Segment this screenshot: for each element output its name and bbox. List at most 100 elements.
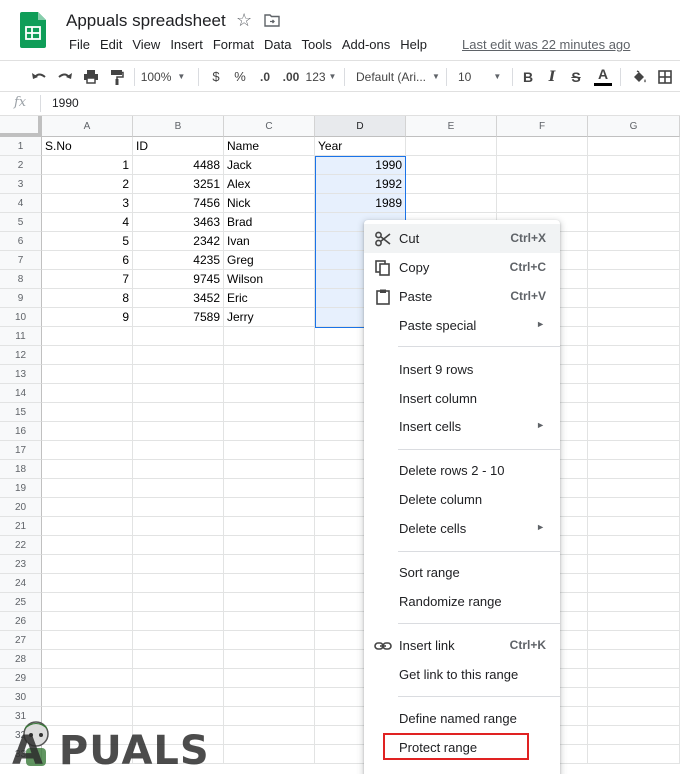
grid-cell[interactable] (133, 593, 224, 612)
grid-cell[interactable] (588, 365, 680, 384)
menu-item-cut[interactable]: Cut Ctrl+X (364, 224, 560, 253)
row-header[interactable]: 9 (0, 289, 42, 308)
row-header[interactable]: 28 (0, 650, 42, 669)
grid-cell[interactable] (133, 498, 224, 517)
grid-cell[interactable] (497, 194, 588, 213)
menu-item-insert-rows[interactable]: Insert 9 rows (364, 355, 560, 384)
grid-cell[interactable] (406, 175, 497, 194)
grid-cell[interactable] (588, 232, 680, 251)
text-color-button[interactable]: A (592, 61, 614, 92)
menu-item-paste[interactable]: Paste Ctrl+V (364, 282, 560, 311)
row-header[interactable]: 6 (0, 232, 42, 251)
borders-button[interactable] (654, 61, 676, 92)
move-to-folder-icon[interactable] (264, 12, 280, 28)
menu-item-insert-link[interactable]: Insert link Ctrl+K (364, 631, 560, 660)
grid-cell[interactable] (224, 669, 315, 688)
grid-cell[interactable] (588, 175, 680, 194)
data-cell-name[interactable]: Eric (224, 289, 315, 308)
data-cell-sno[interactable]: 7 (42, 270, 133, 289)
grid-cell[interactable] (42, 403, 133, 422)
grid-cell[interactable] (224, 479, 315, 498)
grid-cell[interactable] (133, 422, 224, 441)
data-cell-sno[interactable]: 1 (42, 156, 133, 175)
data-cell-sno[interactable]: 9 (42, 308, 133, 327)
italic-button[interactable]: I (542, 61, 562, 92)
data-cell-id[interactable]: 7589 (133, 308, 224, 327)
fill-color-button[interactable] (628, 61, 650, 92)
menu-tools[interactable]: Tools (296, 37, 336, 52)
header-cell[interactable]: S.No (42, 137, 133, 156)
grid-cell[interactable] (588, 308, 680, 327)
grid-cell[interactable] (133, 517, 224, 536)
paint-format-button[interactable] (106, 61, 128, 92)
data-cell-sno[interactable]: 3 (42, 194, 133, 213)
grid-cell[interactable] (406, 194, 497, 213)
grid-cell[interactable] (588, 289, 680, 308)
grid-cell[interactable] (224, 384, 315, 403)
row-header[interactable]: 17 (0, 441, 42, 460)
data-cell-name[interactable]: Jerry (224, 308, 315, 327)
grid-cell[interactable] (42, 327, 133, 346)
grid-cell[interactable] (224, 631, 315, 650)
grid-cell[interactable] (224, 707, 315, 726)
menu-format[interactable]: Format (208, 37, 259, 52)
data-cell-name[interactable]: Wilson (224, 270, 315, 289)
menu-edit[interactable]: Edit (95, 37, 127, 52)
grid-cell[interactable] (224, 403, 315, 422)
grid-cell[interactable] (42, 536, 133, 555)
grid-cell[interactable] (42, 688, 133, 707)
grid-cell[interactable] (406, 137, 497, 156)
data-cell-name[interactable]: Jack (224, 156, 315, 175)
print-button[interactable] (80, 61, 102, 92)
font-size-select[interactable]: 10 ▼ (452, 61, 508, 92)
grid-cell[interactable] (133, 327, 224, 346)
data-cell-id[interactable]: 3463 (133, 213, 224, 232)
undo-button[interactable] (28, 61, 50, 92)
grid-cell[interactable] (42, 593, 133, 612)
bold-button[interactable]: B (518, 61, 538, 92)
spreadsheet-grid[interactable]: A B C D E F G 1 2 3 4 5 6 7 8 9 10 11 12 13 14 15 16 17 1… (0, 116, 680, 774)
grid-cell[interactable] (588, 555, 680, 574)
grid-cell[interactable] (406, 156, 497, 175)
grid-cell[interactable] (133, 631, 224, 650)
menu-item-delete-rows[interactable]: Delete rows 2 - 10 (364, 456, 560, 485)
grid-cell[interactable] (224, 650, 315, 669)
grid-cell[interactable] (224, 555, 315, 574)
row-header[interactable]: 19 (0, 479, 42, 498)
grid-cell[interactable] (42, 574, 133, 593)
grid-cell[interactable] (588, 384, 680, 403)
menu-view[interactable]: View (127, 37, 165, 52)
data-cell-id[interactable]: 3251 (133, 175, 224, 194)
currency-button[interactable]: $ (206, 61, 226, 92)
grid-cell[interactable] (224, 745, 315, 764)
data-cell-id[interactable]: 4235 (133, 251, 224, 270)
row-header[interactable]: 2 (0, 156, 42, 175)
column-header-c[interactable]: C (224, 116, 315, 137)
increase-decimal-button[interactable]: .00 (280, 61, 302, 92)
grid-cell[interactable] (497, 137, 588, 156)
grid-cell[interactable] (42, 517, 133, 536)
grid-cell[interactable] (42, 384, 133, 403)
grid-cell[interactable] (133, 536, 224, 555)
row-header[interactable]: 15 (0, 403, 42, 422)
data-cell-sno[interactable]: 4 (42, 213, 133, 232)
data-cell-name[interactable]: Nick (224, 194, 315, 213)
column-header-f[interactable]: F (497, 116, 588, 137)
grid-cell[interactable] (588, 270, 680, 289)
header-cell[interactable]: Year (315, 137, 406, 156)
grid-cell[interactable] (588, 346, 680, 365)
row-header[interactable]: 26 (0, 612, 42, 631)
grid-cell[interactable] (588, 631, 680, 650)
row-header[interactable]: 7 (0, 251, 42, 270)
column-header-e[interactable]: E (406, 116, 497, 137)
grid-cell[interactable] (224, 441, 315, 460)
more-formats-select[interactable]: 123 ▼ (304, 61, 338, 92)
grid-cell[interactable] (224, 422, 315, 441)
decrease-decimal-button[interactable]: .0 (254, 61, 276, 92)
grid-cell[interactable] (224, 688, 315, 707)
zoom-select[interactable]: 100% ▼ (140, 61, 186, 92)
grid-cell[interactable] (224, 365, 315, 384)
document-title[interactable]: Appuals spreadsheet (66, 11, 226, 31)
grid-cell[interactable] (588, 593, 680, 612)
grid-cell[interactable] (224, 498, 315, 517)
